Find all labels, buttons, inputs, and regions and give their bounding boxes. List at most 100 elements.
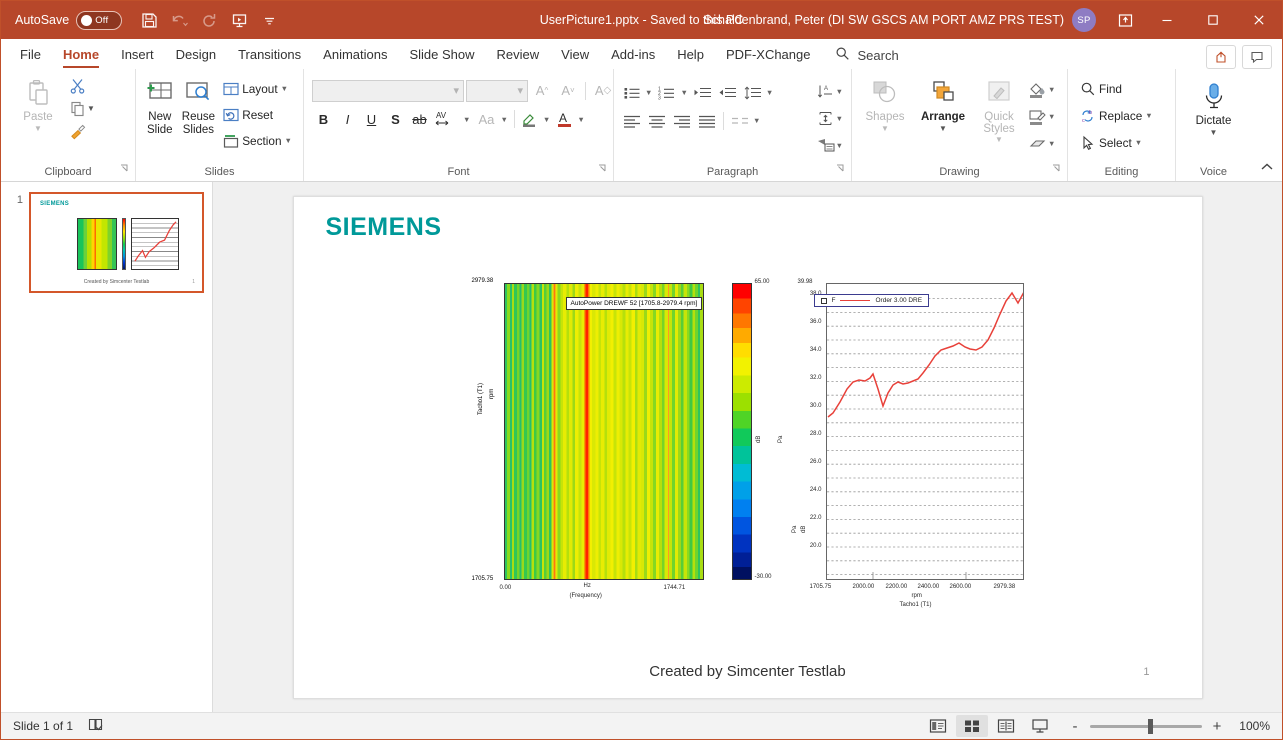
tab-insert[interactable]: Insert [110, 41, 165, 69]
text-highlight-color-icon[interactable] [519, 108, 542, 131]
align-right-icon[interactable] [670, 109, 694, 132]
ribbon-display-options-icon[interactable] [1106, 5, 1144, 35]
numbering-icon[interactable]: 123 [655, 81, 679, 104]
save-icon[interactable] [136, 7, 162, 33]
slide-show-view-button[interactable] [1024, 715, 1056, 737]
section-button[interactable]: Section ▼ [219, 128, 297, 153]
share-button[interactable] [1206, 45, 1236, 69]
redo-icon[interactable] [196, 7, 222, 33]
clear-formatting-icon[interactable]: A◇ [591, 79, 615, 102]
dictate-button[interactable]: Dictate ▼ [1184, 78, 1244, 137]
quick-styles-button[interactable]: Quick Styles ▼ [974, 74, 1024, 144]
replace-chevron-down-icon[interactable]: ▼ [1145, 111, 1154, 120]
tab-help[interactable]: Help [666, 41, 715, 69]
zoom-level[interactable]: 100% [1232, 719, 1270, 733]
increase-indent-icon[interactable] [716, 81, 740, 104]
drawing-dialog-launcher-icon[interactable] [1052, 161, 1061, 179]
shape-outline-button[interactable]: ▼ [1026, 104, 1057, 129]
account-name[interactable]: Schaldenbrand, Peter (DI SW GSCS AM PORT… [703, 13, 1072, 27]
tab-transitions[interactable]: Transitions [227, 41, 312, 69]
tab-file[interactable]: File [9, 41, 52, 69]
start-presentation-icon[interactable] [226, 7, 252, 33]
layout-button[interactable]: Layout ▼ [219, 76, 297, 101]
line-spacing-chevron-down-icon[interactable]: ▼ [766, 88, 775, 97]
undo-icon[interactable] [166, 7, 192, 33]
tab-slide-show[interactable]: Slide Show [398, 41, 485, 69]
normal-view-button[interactable] [922, 715, 954, 737]
maximize-button[interactable] [1190, 1, 1236, 39]
tab-pdf-xchange[interactable]: PDF-XChange [715, 41, 822, 69]
tab-home[interactable]: Home [52, 41, 110, 69]
change-case-chevron-down-icon[interactable]: ▼ [500, 115, 509, 124]
bullets-icon[interactable] [620, 81, 644, 104]
bold-button[interactable]: B [312, 108, 335, 131]
justify-icon[interactable] [695, 109, 719, 132]
slide-canvas[interactable]: SIEMENS 2979.38 1705.75 Tacho1 (T1) rpm [293, 196, 1203, 699]
reading-view-button[interactable] [990, 715, 1022, 737]
increase-font-size-icon[interactable]: A^ [530, 79, 554, 102]
shape-effects-chevron-down-icon[interactable]: ▼ [1048, 139, 1057, 148]
align-center-icon[interactable] [645, 109, 669, 132]
text-direction-button[interactable]: A ▼ [816, 79, 845, 104]
customize-qat-icon[interactable] [256, 7, 282, 33]
new-slide-button[interactable]: New Slide [142, 74, 178, 137]
decrease-indent-icon[interactable] [691, 81, 715, 104]
collapse-ribbon-icon[interactable] [1260, 160, 1274, 178]
font-dialog-launcher-icon[interactable] [598, 161, 607, 179]
paste-chevron-down-icon[interactable]: ▼ [34, 125, 42, 133]
comments-button[interactable] [1242, 45, 1272, 69]
strikethrough-button[interactable]: ab [408, 108, 431, 131]
tab-design[interactable]: Design [165, 41, 227, 69]
autosave-toggle[interactable]: Off [76, 11, 122, 30]
shape-outline-chevron-down-icon[interactable]: ▼ [1048, 112, 1057, 121]
layout-chevron-down-icon[interactable]: ▼ [281, 84, 290, 93]
search-input[interactable]: Search [835, 41, 898, 69]
shape-fill-button[interactable]: ▼ [1026, 77, 1057, 102]
slide-thumbnail-1[interactable]: SIEMENS Created by Simcenter Testlab 1 [29, 192, 204, 293]
tab-review[interactable]: Review [486, 41, 551, 69]
paragraph-dialog-launcher-icon[interactable] [836, 161, 845, 179]
highlight-chevron-down-icon[interactable]: ▼ [543, 115, 552, 124]
font-color-icon[interactable]: A [553, 108, 576, 131]
replace-button[interactable]: bc Replace ▼ [1076, 103, 1158, 128]
reuse-slides-button[interactable]: Reuse Slides [181, 74, 217, 137]
document-save-status[interactable]: - Saved to this PC [643, 13, 744, 27]
minimize-button[interactable] [1144, 1, 1190, 39]
zoom-in-button[interactable]: + [1210, 718, 1224, 735]
paste-button[interactable]: Paste ▼ [7, 74, 69, 133]
columns-chevron-down-icon[interactable]: ▼ [753, 116, 762, 125]
change-case-button[interactable]: Aa [473, 108, 499, 131]
zoom-slider[interactable] [1090, 725, 1202, 728]
align-text-button[interactable]: ▼ [816, 106, 845, 131]
text-direction-chevron-down-icon[interactable]: ▼ [836, 87, 845, 96]
slide-footer-text[interactable]: Created by Simcenter Testlab [294, 663, 1202, 680]
slide-thumbnail-pane[interactable]: 1 SIEMENS Created by Simcenter Testlab 1 [1, 182, 213, 712]
quick-styles-chevron-down-icon[interactable]: ▼ [995, 136, 1003, 144]
avatar[interactable]: SP [1072, 8, 1096, 32]
shape-fill-chevron-down-icon[interactable]: ▼ [1048, 85, 1057, 94]
line-spacing-icon[interactable] [741, 81, 765, 104]
slide-picture-charts[interactable]: 2979.38 1705.75 Tacho1 (T1) rpm AutoPowe… [474, 283, 1025, 613]
tab-add-ins[interactable]: Add-ins [600, 41, 666, 69]
arrange-chevron-down-icon[interactable]: ▼ [939, 125, 947, 133]
format-painter-icon[interactable] [69, 123, 86, 140]
select-chevron-down-icon[interactable]: ▼ [1135, 138, 1144, 147]
clipboard-dialog-launcher-icon[interactable] [120, 161, 129, 179]
autosave-control[interactable]: AutoSave Off [15, 11, 122, 30]
align-text-chevron-down-icon[interactable]: ▼ [836, 114, 845, 123]
font-color-chevron-down-icon[interactable]: ▼ [577, 115, 586, 124]
zoom-slider-thumb[interactable] [1148, 719, 1153, 734]
tab-view[interactable]: View [550, 41, 600, 69]
shapes-chevron-down-icon[interactable]: ▼ [881, 125, 889, 133]
decrease-font-size-icon[interactable]: A˅ [556, 79, 580, 102]
copy-button[interactable]: ▼ [69, 96, 95, 121]
shapes-button[interactable]: Shapes ▼ [858, 74, 912, 133]
italic-button[interactable]: I [336, 108, 359, 131]
close-button[interactable] [1236, 1, 1282, 39]
numbering-chevron-down-icon[interactable]: ▼ [680, 88, 689, 97]
convert-to-smartart-button[interactable]: ▼ [816, 133, 845, 158]
align-left-icon[interactable] [620, 109, 644, 132]
copy-chevron-down-icon[interactable]: ▼ [87, 105, 95, 113]
arrange-button[interactable]: Arrange ▼ [914, 74, 972, 133]
character-spacing-button[interactable]: AV [432, 108, 462, 131]
